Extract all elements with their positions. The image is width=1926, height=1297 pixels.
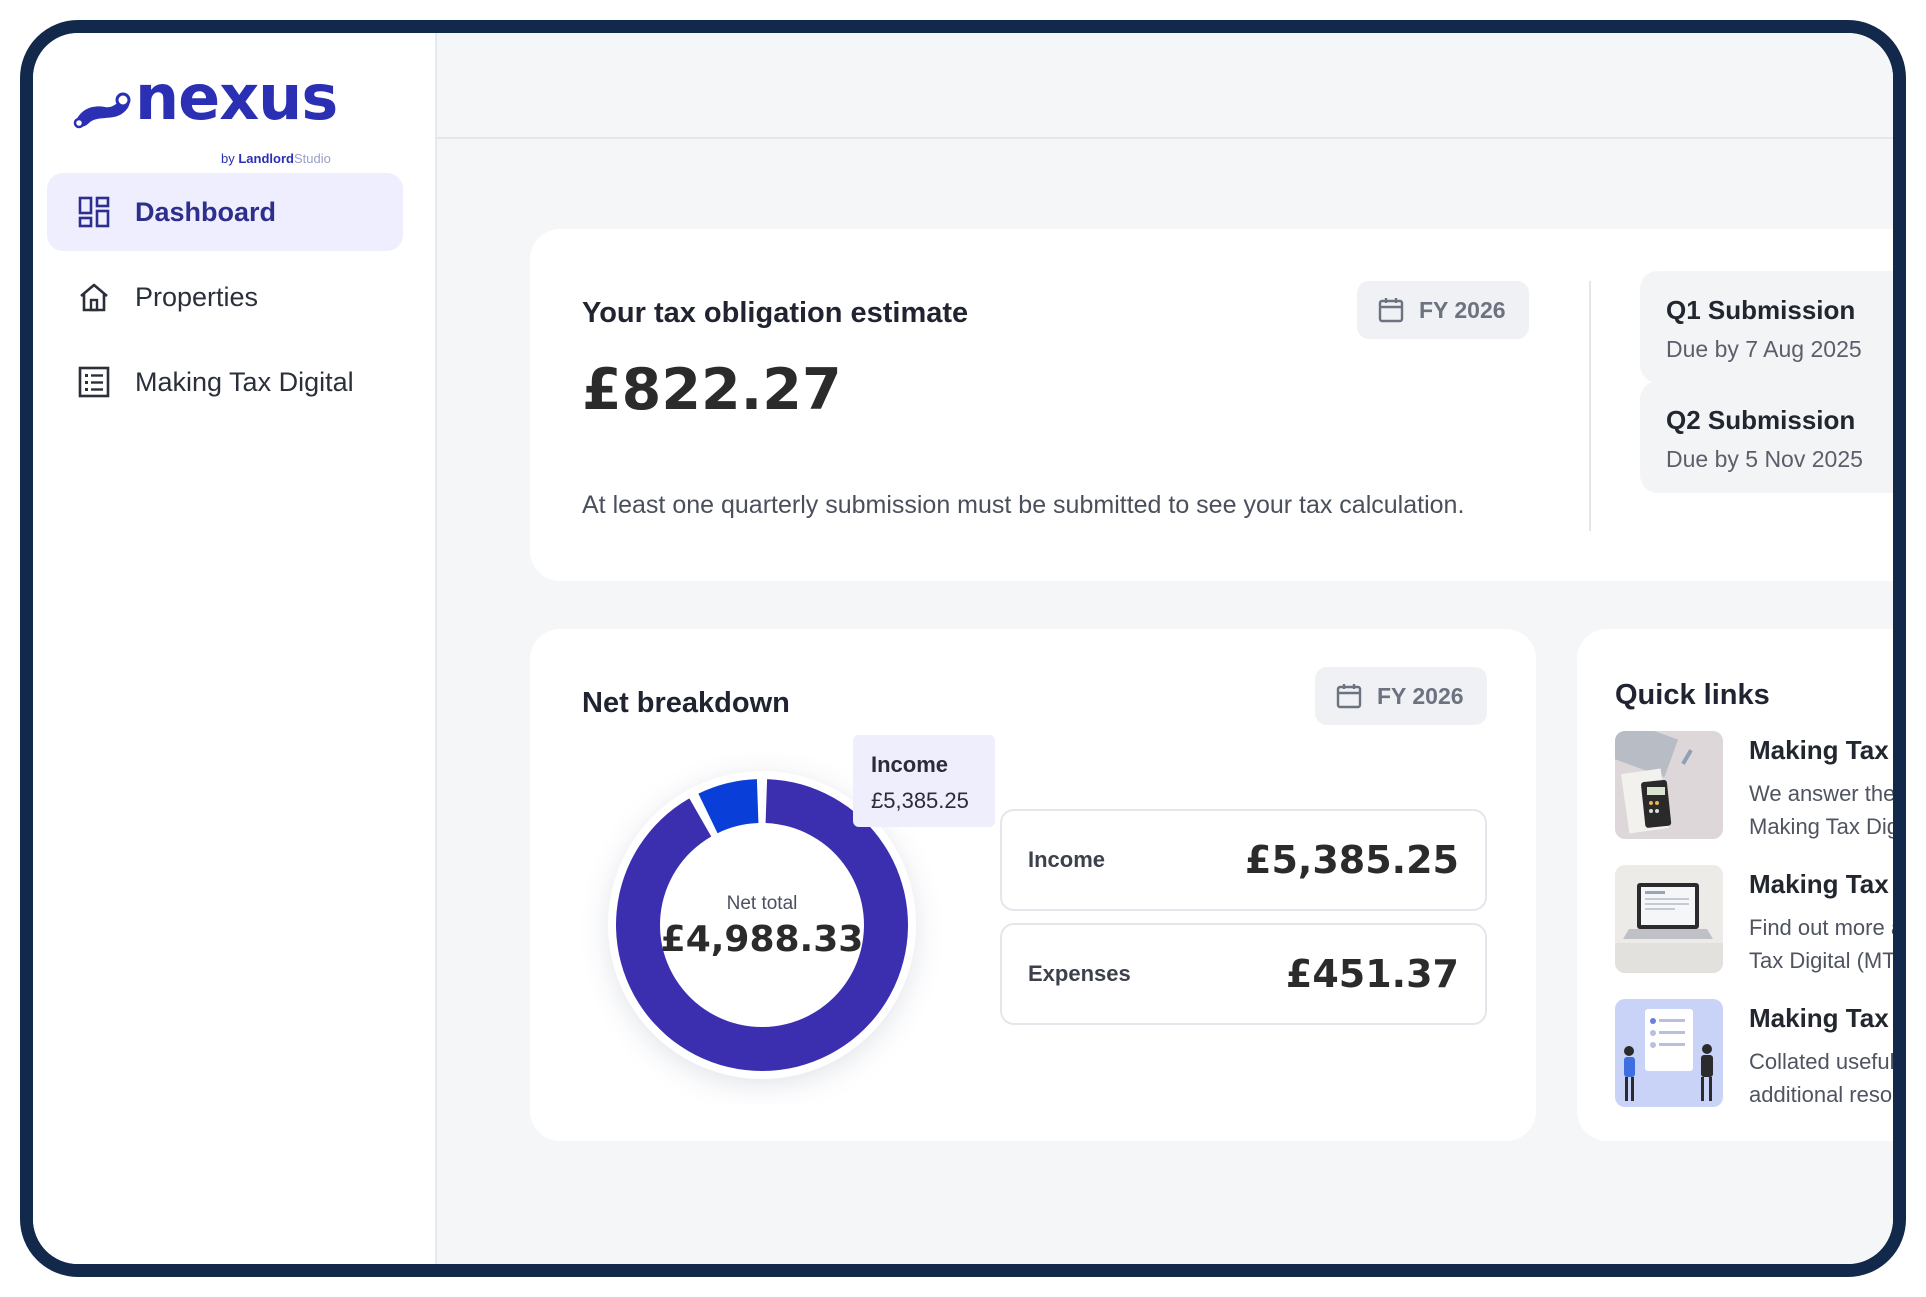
quick-link-thumbnail-calculator [1615,731,1723,839]
chart-tooltip: Income £5,385.25 [853,735,995,827]
brand-byline: by LandlordStudio [221,151,331,166]
tax-estimate-note: At least one quarterly submission must b… [582,491,1465,519]
quick-link-title: Making Tax Di [1749,869,1906,899]
tooltip-label: Income [871,752,949,777]
quick-link-desc-line: Tax Digital (MTD [1749,948,1906,973]
q1-submission-card[interactable]: Q1 Submission Due by 7 Aug 2025 [1640,271,1893,383]
submission-title: Q2 Submission [1666,405,1856,435]
brand-byline-prefix: by [221,151,239,166]
income-row[interactable]: Income £5,385.25 [1000,809,1487,911]
sidebar-item-making-tax-digital[interactable]: Making Tax Digital [47,343,403,421]
row-value: £5,385.25 [1245,838,1459,882]
sidebar-nav: Dashboard Properties Making Tax Digital [47,173,403,428]
net-period-label: FY 2026 [1377,682,1464,709]
quick-link-item[interactable]: Making Tax Di Find out more ar Tax Digit… [1615,865,1906,973]
quick-link-description: We answer the m Making Tax Digit [1749,777,1906,843]
donut-center-value: £4,988.33 [661,919,864,960]
quick-link-title: Making Tax Di [1749,1003,1906,1033]
quick-link-item[interactable]: Making Tax Di We answer the m Making Tax… [1615,731,1906,839]
quick-link-thumbnail-illustration [1615,999,1723,1107]
net-period-selector[interactable]: FY 2026 [1315,667,1487,725]
quick-links-card: Quick links Making Tax Di We answer the … [1577,629,1906,1141]
list-icon [78,366,110,398]
tooltip-value: £5,385.25 [871,788,969,813]
dashboard-icon [78,196,110,228]
quick-links-title: Quick links [1615,679,1770,711]
quick-link-desc-line: Find out more ar [1749,915,1906,940]
tax-period-label: FY 2026 [1419,296,1506,323]
brand-byline-light: Studio [293,151,331,166]
brand-byline-bold: Landlord [238,151,294,166]
card-divider [1589,281,1591,531]
home-icon [80,283,108,312]
row-value: £451.37 [1285,952,1459,996]
calendar-icon [1336,684,1362,709]
quick-link-description: Find out more ar Tax Digital (MTD [1749,911,1906,977]
tax-estimate-amount: £822.27 [582,357,842,423]
row-label: Expenses [1028,961,1131,986]
row-label: Income [1028,847,1106,872]
sidebar-item-label: Making Tax Digital [135,366,354,397]
submission-title: Q1 Submission [1666,295,1856,325]
expenses-row[interactable]: Expenses £451.37 [1000,923,1487,1025]
quick-link-thumbnail-laptop [1615,865,1723,973]
submission-due-date: Due by 7 Aug 2025 [1666,336,1862,362]
net-breakdown-title: Net breakdown [582,687,790,719]
quick-link-description: Collated useful a additional resour [1749,1045,1906,1111]
top-bar [437,33,1893,139]
quick-link-desc-line: Making Tax Digit [1749,814,1906,839]
sidebar-item-properties[interactable]: Properties [47,258,403,336]
quick-link-desc-line: We answer the m [1749,781,1906,806]
sidebar-item-label: Dashboard [135,196,277,227]
app-window: nexus by LandlordStudio Dashboard Proper… [20,20,1906,1277]
nexus-logo[interactable]: nexus by LandlordStudio [71,61,361,166]
quick-link-desc-line: Collated useful a [1749,1049,1906,1074]
sidebar: nexus by LandlordStudio Dashboard Proper… [33,33,437,1264]
tax-estimate-card: Your tax obligation estimate £822.27 At … [530,229,1893,581]
net-breakdown-card: Net breakdown FY 2026 Net total £4,988.3… [530,629,1536,1141]
sidebar-item-dashboard[interactable]: Dashboard [47,173,403,251]
brand-name: nexus [135,61,338,134]
quick-link-item[interactable]: Making Tax Di Collated useful a addition… [1615,999,1906,1107]
main-content: Your tax obligation estimate £822.27 At … [437,33,1893,1264]
submission-due-date: Due by 5 Nov 2025 [1666,446,1863,472]
q2-submission-card[interactable]: Q2 Submission Due by 5 Nov 2025 [1640,381,1893,493]
quick-link-desc-line: additional resour [1749,1082,1906,1107]
sidebar-item-label: Properties [135,281,259,312]
quick-link-title: Making Tax Di [1749,735,1906,765]
tax-period-selector[interactable]: FY 2026 [1357,281,1529,339]
calendar-icon [1378,298,1404,323]
tax-estimate-title: Your tax obligation estimate [582,297,969,329]
donut-center-label: Net total [727,893,798,914]
nexus-logo-mark-icon [73,92,131,129]
